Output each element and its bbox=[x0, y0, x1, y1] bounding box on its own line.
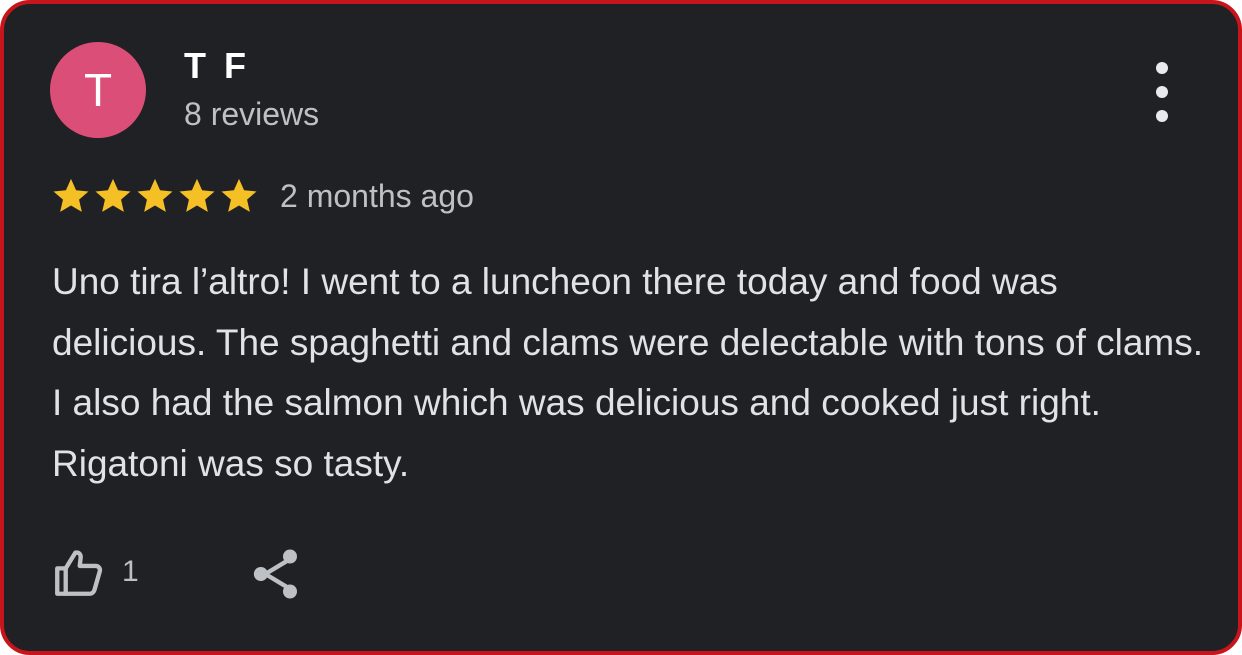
star-icon bbox=[53, 178, 89, 212]
star-rating bbox=[50, 175, 260, 217]
star-icon bbox=[179, 178, 215, 212]
avatar[interactable]: T bbox=[50, 42, 146, 138]
author-review-count: 8 reviews bbox=[184, 96, 320, 132]
share-button[interactable] bbox=[244, 542, 308, 606]
more-vert-icon bbox=[1156, 62, 1168, 74]
star-icon bbox=[221, 178, 257, 212]
review-date: 2 months ago bbox=[280, 177, 474, 214]
more-vert-icon-dot bbox=[1156, 86, 1168, 98]
avatar-initial: T bbox=[83, 64, 113, 116]
review-text: Uno tira l’altro! I went to a luncheon t… bbox=[52, 261, 1204, 484]
star-icon bbox=[95, 178, 131, 212]
author-name[interactable]: T F bbox=[184, 44, 250, 88]
like-button[interactable]: 1 bbox=[50, 540, 139, 604]
rating-row: 2 months ago bbox=[50, 174, 474, 218]
more-vert-icon-dot bbox=[1156, 110, 1168, 122]
star-icon bbox=[137, 178, 173, 212]
thumbs-up-icon bbox=[55, 550, 103, 596]
more-options-button[interactable] bbox=[1140, 62, 1184, 122]
share-icon bbox=[253, 549, 297, 599]
review-card: T T F 8 reviews 2 months ago Uno tira l’… bbox=[0, 0, 1242, 655]
like-count: 1 bbox=[122, 555, 139, 588]
